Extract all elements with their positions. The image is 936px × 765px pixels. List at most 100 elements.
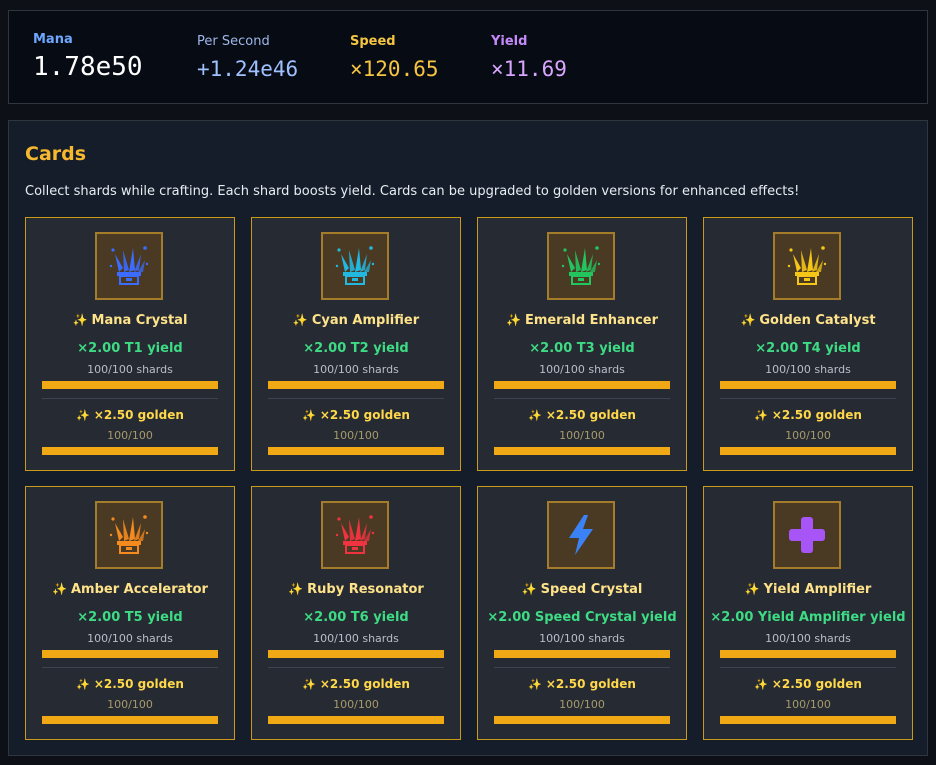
card-title: ✨ Ruby Resonator — [252, 582, 460, 597]
card-title: ✨ Yield Amplifier — [704, 582, 912, 597]
sparkle-icon: ✨ — [292, 313, 308, 327]
stat-mana: Mana 1.78e50 — [33, 31, 143, 82]
card-name: Cyan Amplifier — [311, 313, 420, 328]
card-name: Amber Accelerator — [70, 582, 208, 597]
sparkle-icon: ✨ — [754, 678, 768, 691]
card-emerald-enhancer[interactable]: ✨ Emerald Enhancer ×2.00 T3 yield 100/100 s… — [477, 217, 687, 471]
card-shards: 100/100 shards — [765, 632, 851, 645]
shard-progress-fill — [494, 650, 670, 658]
card-golden-label: ×2.50 golden — [93, 408, 184, 422]
card-ruby-resonator[interactable]: ✨ Ruby Resonator ×2.00 T6 yield 100/100 sha… — [251, 486, 461, 740]
stat-per-second-label: Per Second — [197, 34, 270, 49]
card-golden-count: 100/100 — [559, 698, 605, 711]
card-golden: ✨ ×2.50 golden — [704, 677, 912, 691]
card-golden-catalyst[interactable]: ✨ Golden Catalyst ×2.00 T4 yield 100/100 sh… — [703, 217, 913, 471]
card-golden-label: ×2.50 golden — [319, 677, 410, 691]
shard-progress-fill — [268, 381, 444, 389]
shard-progress-bar — [42, 381, 218, 389]
card-golden: ✨ ×2.50 golden — [26, 408, 234, 422]
sparkle-icon: ✨ — [72, 313, 88, 327]
card-golden-label: ×2.50 golden — [545, 408, 636, 422]
golden-progress-bar — [494, 447, 670, 455]
sparkle-icon: ✨ — [528, 409, 542, 422]
stat-yield: Yield ×11.69 — [491, 33, 567, 81]
golden-progress-bar — [42, 447, 218, 455]
stat-yield-label: Yield — [491, 34, 528, 49]
card-name: Emerald Enhancer — [524, 313, 659, 328]
card-divider — [494, 398, 670, 399]
card-golden-count: 100/100 — [107, 698, 153, 711]
card-mana-crystal[interactable]: ✨ Mana Crystal ×2.00 T1 yield 100/100 shard… — [25, 217, 235, 471]
card-divider — [720, 398, 896, 399]
card-name: Speed Crystal — [540, 582, 643, 597]
stats-bar: Mana 1.78e50 Per Second +1.24e46 Speed ×… — [8, 10, 928, 104]
golden-progress-fill — [494, 716, 670, 724]
sparkle-icon: ✨ — [521, 582, 537, 596]
crystal-icon — [783, 242, 831, 290]
card-golden-count: 100/100 — [559, 429, 605, 442]
sparkle-icon: ✨ — [76, 409, 90, 422]
shard-progress-bar — [42, 650, 218, 658]
card-name: Yield Amplifier — [763, 582, 872, 597]
shard-progress-bar — [268, 650, 444, 658]
card-cyan-amplifier[interactable]: ✨ Cyan Amplifier ×2.00 T2 yield 100/100 sha… — [251, 217, 461, 471]
card-shards: 100/100 shards — [539, 363, 625, 376]
card-amber-accelerator[interactable]: ✨ Amber Accelerator ×2.00 T5 yield 100/100 … — [25, 486, 235, 740]
card-yield-amplifier[interactable]: ✨ Yield Amplifier ×2.00 Yield Amplifier yi… — [703, 486, 913, 740]
card-name: Golden Catalyst — [759, 313, 876, 328]
card-title: ✨ Amber Accelerator — [26, 582, 234, 597]
card-golden-count: 100/100 — [333, 698, 379, 711]
card-divider — [268, 398, 444, 399]
card-yield: ×2.00 T6 yield — [303, 610, 409, 625]
card-icon-box — [321, 501, 389, 569]
card-icon-box — [95, 232, 163, 300]
card-golden-count: 100/100 — [333, 429, 379, 442]
golden-progress-bar — [720, 447, 896, 455]
card-shards: 100/100 shards — [313, 632, 399, 645]
card-icon-box — [773, 501, 841, 569]
card-title: ✨ Mana Crystal — [26, 313, 234, 328]
crystal-icon — [331, 242, 379, 290]
card-divider — [268, 667, 444, 668]
stat-speed-value: ×120.65 — [350, 57, 439, 81]
card-title: ✨ Cyan Amplifier — [252, 313, 460, 328]
sparkle-icon: ✨ — [528, 678, 542, 691]
card-shards: 100/100 shards — [539, 632, 625, 645]
sparkle-icon: ✨ — [288, 582, 304, 596]
card-icon-box — [547, 232, 615, 300]
shard-progress-bar — [494, 650, 670, 658]
card-divider — [720, 667, 896, 668]
shard-progress-bar — [494, 381, 670, 389]
stat-speed-label: Speed — [350, 34, 396, 49]
card-yield: ×2.00 Yield Amplifier yield — [710, 610, 906, 625]
sparkle-icon: ✨ — [52, 582, 67, 596]
sparkle-icon: ✨ — [744, 582, 760, 596]
crystal-icon — [557, 242, 605, 290]
lightning-icon — [557, 511, 605, 559]
golden-progress-bar — [42, 716, 218, 724]
golden-progress-fill — [720, 447, 896, 455]
golden-progress-fill — [268, 447, 444, 455]
card-speed-crystal[interactable]: ✨ Speed Crystal ×2.00 Speed Crystal yield 1… — [477, 486, 687, 740]
card-golden-count: 100/100 — [785, 429, 831, 442]
card-golden-label: ×2.50 golden — [319, 408, 410, 422]
shard-progress-fill — [42, 650, 218, 658]
shard-progress-bar — [720, 381, 896, 389]
plus-icon — [783, 511, 831, 559]
sparkle-icon: ✨ — [76, 678, 90, 691]
golden-progress-fill — [494, 447, 670, 455]
stat-mana-label: Mana — [33, 32, 73, 47]
stat-per-second-value: +1.24e46 — [197, 57, 299, 81]
card-divider — [42, 667, 218, 668]
card-name: Mana Crystal — [91, 313, 188, 328]
card-golden: ✨ ×2.50 golden — [252, 408, 460, 422]
card-golden: ✨ ×2.50 golden — [478, 677, 686, 691]
golden-progress-bar — [720, 716, 896, 724]
card-yield: ×2.00 T2 yield — [303, 341, 409, 356]
card-divider — [42, 398, 218, 399]
card-icon-box — [547, 501, 615, 569]
card-golden-label: ×2.50 golden — [545, 677, 636, 691]
sparkle-icon: ✨ — [754, 409, 768, 422]
stat-yield-value: ×11.69 — [491, 57, 567, 81]
card-shards: 100/100 shards — [87, 363, 173, 376]
